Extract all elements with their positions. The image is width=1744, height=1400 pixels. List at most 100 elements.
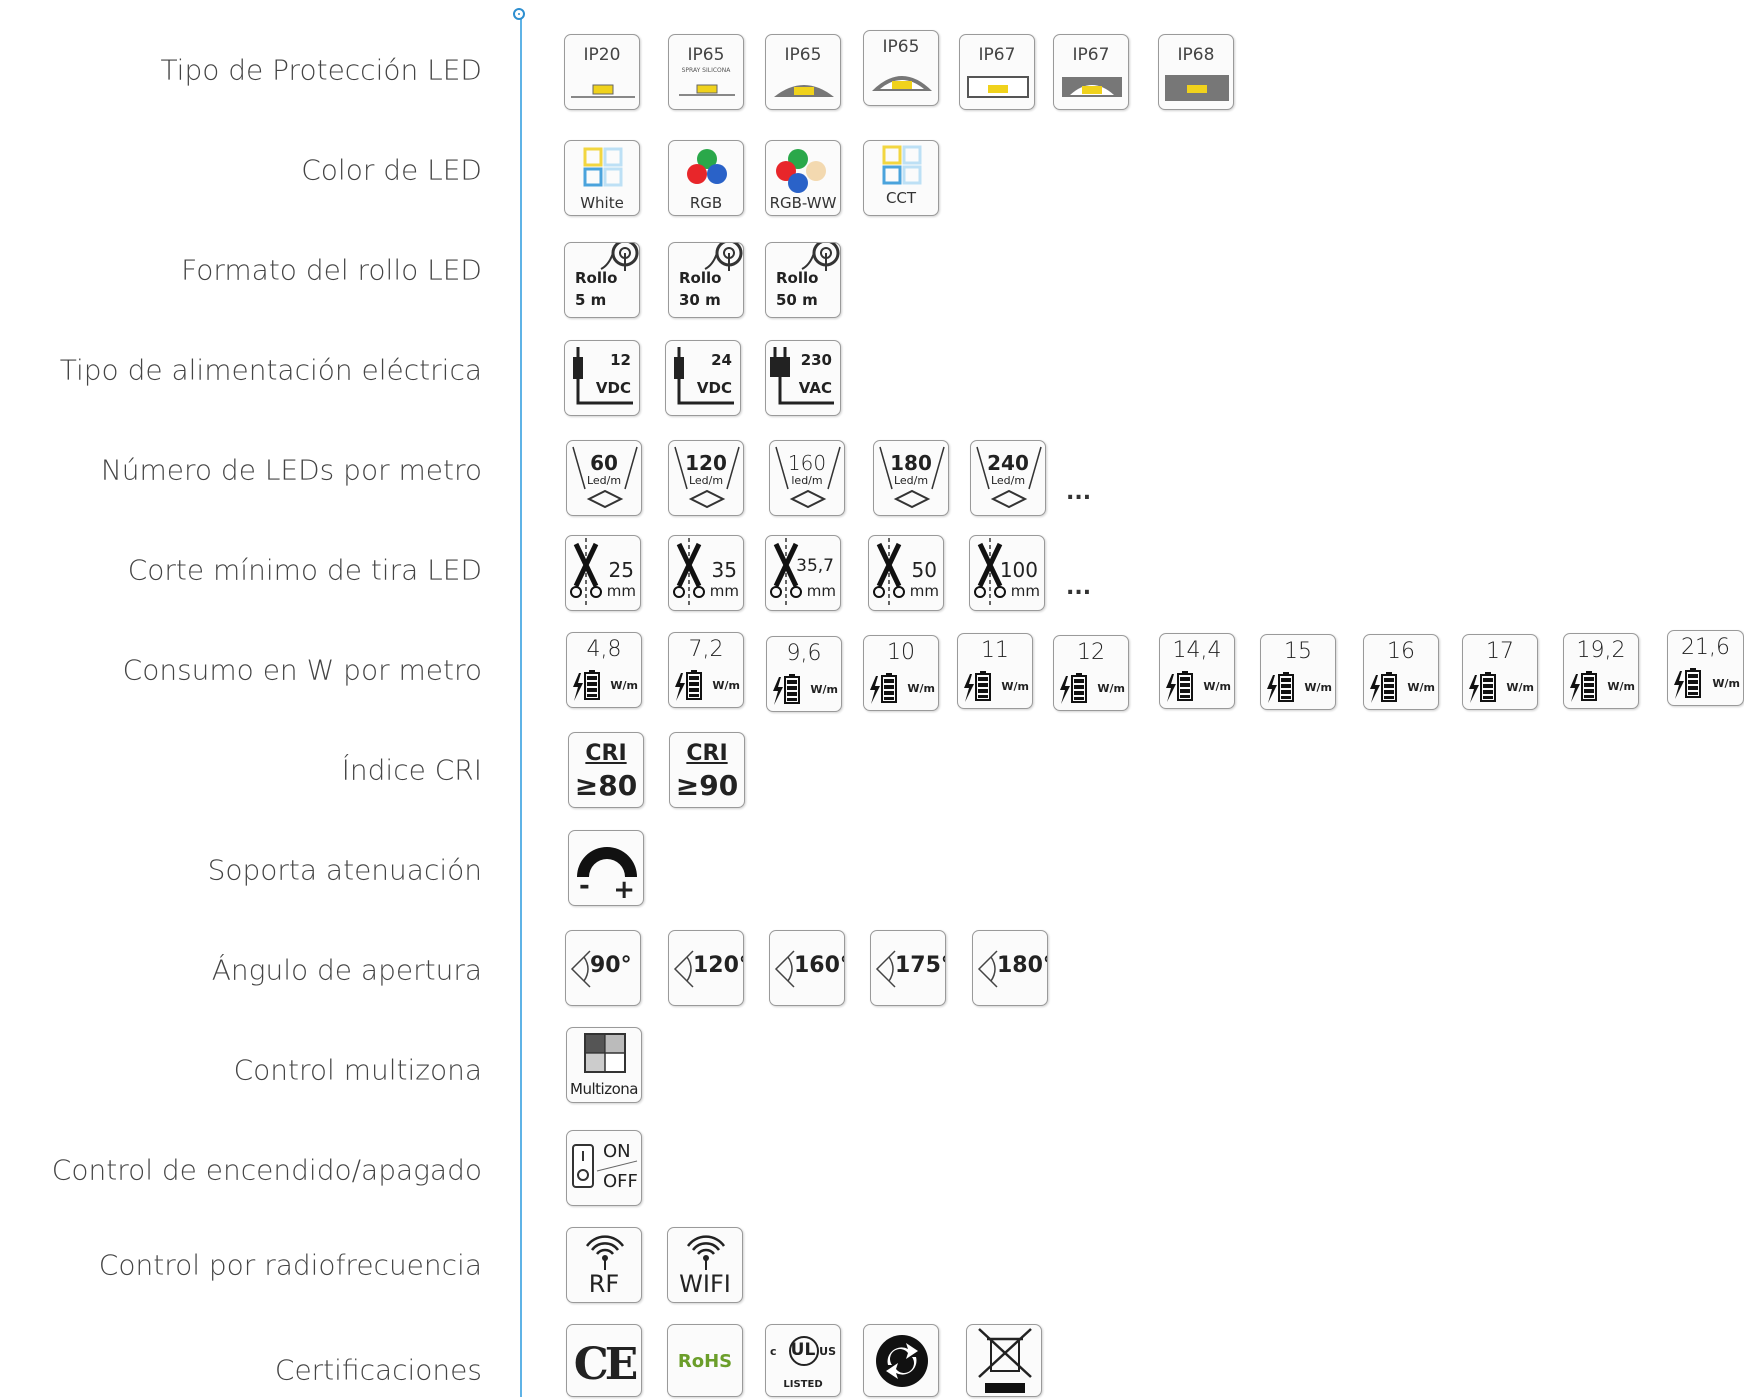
power-consumption-icon: 19,2 W/m — [1563, 633, 1639, 709]
dim-plus: + — [613, 875, 635, 905]
color-label: RGB-WW — [769, 194, 837, 212]
wifi-icon: WIFI — [667, 1227, 743, 1303]
row-label: Control multizona — [233, 1053, 482, 1087]
ip68-icon: IP68 — [1158, 34, 1234, 110]
led-value: 120 — [685, 451, 727, 475]
row-label: Tipo de alimentación eléctrica — [59, 353, 482, 387]
cct-led-icon: CCT — [863, 140, 939, 216]
power-consumption-icon: 11 W/m — [957, 633, 1033, 709]
plug-12vdc-icon: 12 VDC — [564, 340, 640, 416]
row-label: Índice CRI — [341, 753, 482, 787]
rf-label: RF — [588, 1270, 620, 1298]
roll-line2: 50 m — [776, 291, 818, 309]
row-consumo: Consumo en W por metro 4,8 W/m 7,2 W/m 9,6 W/… — [0, 630, 1744, 712]
ce-mark-icon: CE — [566, 1324, 642, 1397]
roll-5m-icon: Rollo 5 m — [564, 242, 640, 318]
led-unit: Led/m — [688, 474, 724, 487]
ip65-icon: IP65 — [765, 34, 841, 110]
led-unit: Led/m — [586, 474, 622, 487]
power-unit: W/m — [610, 679, 638, 692]
power-value: 17 — [1486, 639, 1514, 664]
angle-value: 160° — [794, 953, 844, 978]
cut-value: 25 — [608, 558, 634, 582]
led-unit: Led/m — [990, 474, 1026, 487]
multizone-label: Multizona — [570, 1080, 638, 1098]
ul-listed-icon: c UL US LISTED — [765, 1324, 841, 1397]
cut-50mm-icon: 50 mm — [868, 535, 944, 611]
green-dot-icon — [863, 1324, 939, 1397]
power-value: 12 — [1077, 640, 1105, 665]
cut-unit: mm — [606, 582, 636, 600]
cut-35mm-icon: 35 mm — [668, 535, 744, 611]
angle-90-icon: 90° — [565, 930, 641, 1006]
power-unit: W/m — [712, 679, 740, 692]
row-formato: Formato del rollo LED Rollo 5 m Rollo 30… — [0, 230, 1744, 318]
power-value: 11 — [981, 638, 1009, 663]
power-consumption-icon: 17 W/m — [1462, 634, 1538, 710]
row-label: Soporta atenuación — [207, 853, 482, 887]
ip67-dome-icon: IP67 — [1053, 34, 1129, 110]
angle-180-icon: 180° — [972, 930, 1048, 1006]
led-unit: led/m — [791, 474, 823, 487]
color-label: RGB — [689, 194, 723, 212]
plug-24vdc-icon: 24 VDC — [665, 340, 741, 416]
power-value: 7,2 — [688, 637, 724, 662]
row-label: Corte mínimo de tira LED — [127, 553, 482, 587]
power-unit: W/m — [1203, 680, 1231, 693]
rgb-ww-led-icon: RGB-WW — [765, 140, 841, 216]
cut-value: 100 — [999, 558, 1038, 582]
ip65-dome-icon: IP65 — [863, 30, 939, 106]
power-unit: W/m — [810, 683, 838, 696]
power-value: 21,6 — [1681, 635, 1730, 660]
cut-35-7mm-icon: 35,7 mm — [765, 535, 841, 611]
volt-value: 12 — [610, 351, 631, 369]
power-value: 16 — [1387, 639, 1415, 664]
power-consumption-icon: 12 W/m — [1053, 635, 1129, 711]
cut-100mm-icon: 100 mm — [969, 535, 1045, 611]
row-cert: Certificaciones CE RoHS c UL US LISTED — [0, 1320, 1744, 1400]
power-consumption-icon: 7,2 W/m — [668, 632, 744, 708]
white-led-icon: White — [564, 140, 640, 216]
off-label: OFF — [603, 1171, 638, 1192]
row-leds: Número de LEDs por metro 60 Led/m 120 Le… — [0, 430, 1744, 516]
color-label: White — [580, 194, 624, 212]
ul-listed-label: LISTED — [783, 1379, 823, 1390]
rf-icon: RF — [566, 1227, 642, 1303]
row-multizona: Control multizona Multizona — [0, 1027, 1744, 1110]
row-rf: Control por radiofrecuencia RF WIFI — [0, 1225, 1744, 1305]
rohs-label: RoHS — [677, 1351, 733, 1372]
axis-start-dot — [513, 8, 525, 20]
cut-value: 35 — [711, 558, 737, 582]
power-unit: W/m — [1712, 677, 1740, 690]
row-label: Control de encendido/apagado — [51, 1153, 482, 1187]
cut-unit: mm — [909, 582, 939, 600]
plug-230vac-icon: 230 VAC — [765, 340, 841, 416]
power-value: 19,2 — [1576, 638, 1626, 663]
row-color: Color de LED White RGB RGB-WW CCT — [0, 130, 1744, 216]
angle-120-icon: 120° — [668, 930, 744, 1006]
leds-160-icon: 160 led/m — [769, 440, 845, 516]
ip65-spray-icon: IP65 SPRAY SILICONA — [668, 34, 744, 110]
volt-value: 230 — [800, 351, 832, 369]
power-unit: W/m — [1407, 681, 1435, 694]
angle-value: 120° — [693, 953, 743, 978]
led-unit: Led/m — [893, 474, 929, 487]
cut-unit: mm — [806, 582, 836, 600]
row-label: Ángulo de apertura — [211, 953, 482, 987]
angle-value: 90° — [590, 953, 632, 978]
weee-bin-icon — [966, 1324, 1042, 1397]
row-alimentacion: Tipo de alimentación eléctrica 12 VDC 24… — [0, 330, 1744, 416]
power-value: 15 — [1284, 639, 1312, 664]
row-proteccion: Tipo de Protección LED IP20 IP65 SPRAY S… — [0, 30, 1744, 110]
row-label: Certificaciones — [274, 1353, 482, 1387]
power-consumption-icon: 14,4 W/m — [1159, 633, 1235, 709]
volt-unit: VDC — [696, 379, 732, 397]
wifi-label: WIFI — [679, 1270, 731, 1298]
power-consumption-icon: 15 W/m — [1260, 634, 1336, 710]
row-label: Tipo de Protección LED — [160, 53, 482, 87]
leds-60-icon: 60 Led/m — [566, 440, 642, 516]
leds-180-icon: 180 Led/m — [873, 440, 949, 516]
more-indicator: ... — [1066, 575, 1092, 600]
roll-line2: 5 m — [575, 291, 607, 309]
cri-label: CRI — [686, 741, 728, 766]
